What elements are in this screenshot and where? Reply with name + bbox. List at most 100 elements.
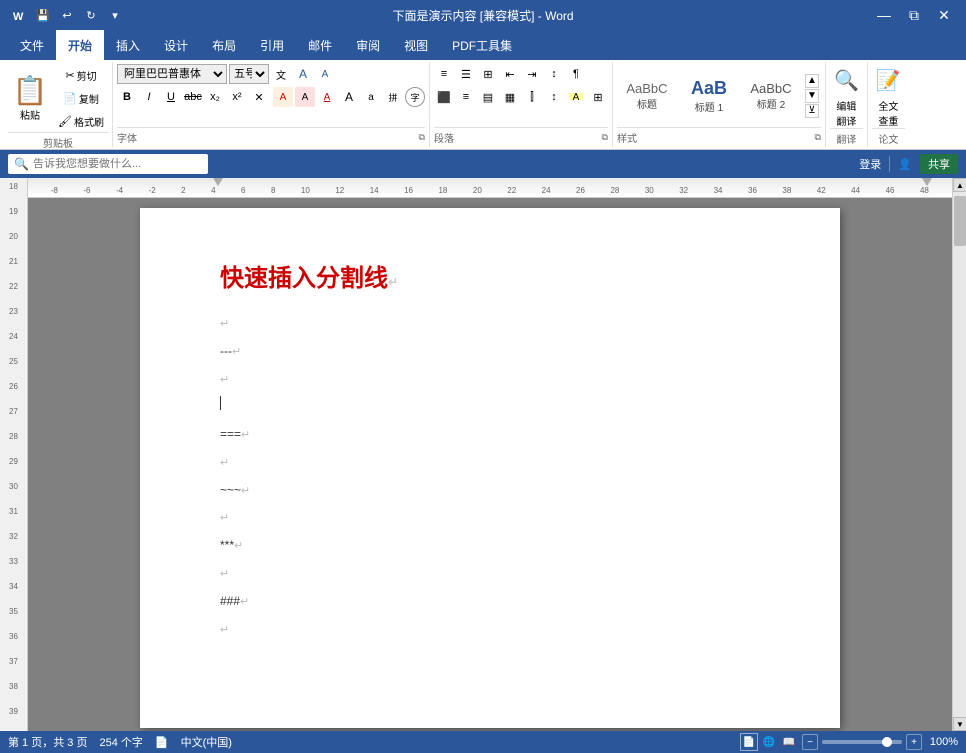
fulltext-check-button[interactable]: 全文查重 xyxy=(878,98,898,128)
tab-insert[interactable]: 插入 xyxy=(104,30,152,60)
customize-qa-button[interactable]: ▾ xyxy=(104,4,126,26)
align-left-button[interactable]: ⬛ xyxy=(434,87,454,107)
redo-button[interactable]: ↻ xyxy=(80,4,102,26)
tab-references[interactable]: 引用 xyxy=(248,30,296,60)
subscript-button[interactable]: x₂ xyxy=(205,87,225,107)
font-size-small-button[interactable]: a xyxy=(361,87,381,107)
copy-button[interactable]: 📄 复制 xyxy=(54,87,108,109)
tab-review[interactable]: 审阅 xyxy=(344,30,392,60)
underline-button[interactable]: U xyxy=(161,87,181,107)
styles-dialog-launcher[interactable]: ⧉ xyxy=(815,132,821,143)
wen-icon[interactable]: 文 xyxy=(271,64,291,84)
restore-button[interactable]: ⧉ xyxy=(900,0,928,30)
font-group-content: 阿里巴巴普惠体 五号 文 A A B I U abc x₂ x² ✕ xyxy=(117,62,425,127)
scrollbar-thumb[interactable] xyxy=(954,196,966,246)
undo-button[interactable]: ↩ xyxy=(56,4,78,26)
scroll-up-button[interactable]: ▲ xyxy=(953,178,966,192)
font-size-select[interactable]: 五号 xyxy=(229,64,269,84)
tab-file[interactable]: 文件 xyxy=(8,30,56,60)
ruler-num-35: 35 xyxy=(9,607,18,616)
find-button[interactable]: 🔍 xyxy=(830,64,863,96)
styles-down-arrow[interactable]: ▼ xyxy=(805,89,819,103)
para-mark-9: ↵ xyxy=(220,568,229,580)
font-dialog-launcher[interactable]: ⧉ xyxy=(419,132,425,143)
style-heading2-preview: AaBbC xyxy=(747,81,795,96)
share-button[interactable]: 共享 xyxy=(920,154,958,174)
minimize-button[interactable]: — xyxy=(870,0,898,30)
justify-button[interactable]: ▦ xyxy=(500,87,520,107)
sign-in-button[interactable]: 登录 xyxy=(859,156,881,172)
paper-check-button[interactable]: 📝 xyxy=(872,64,905,96)
pinyin-button[interactable]: 拼 xyxy=(383,87,403,107)
font-name-select[interactable]: 阿里巴巴普惠体 xyxy=(117,64,227,84)
bold-button[interactable]: B xyxy=(117,87,137,107)
clipboard-group-content: 📋 粘贴 ✂ 剪切 📄 复制 🖌 格式刷 xyxy=(8,62,108,132)
tab-pdf-tools[interactable]: PDF工具集 xyxy=(440,30,524,60)
styles-up-arrow[interactable]: ▲ xyxy=(805,74,819,88)
border-button[interactable]: ⊞ xyxy=(588,87,608,107)
para-mark-11: ↵ xyxy=(220,624,229,636)
ruler-num-39: 39 xyxy=(9,707,18,716)
sort-button[interactable]: ↕ xyxy=(544,64,564,84)
tab-design[interactable]: 设计 xyxy=(152,30,200,60)
hash-text: ### xyxy=(220,594,240,608)
scroll-down-button[interactable]: ▼ xyxy=(953,717,966,731)
paragraph-dialog-launcher[interactable]: ⧉ xyxy=(602,132,608,143)
zoom-in-button[interactable]: + xyxy=(906,734,922,750)
tab-home[interactable]: 开始 xyxy=(56,30,104,60)
print-view-button[interactable]: 📄 xyxy=(740,733,758,751)
font-size-down-button[interactable]: A xyxy=(315,64,335,84)
doc-cursor-line[interactable] xyxy=(220,396,770,418)
increase-indent-button[interactable]: ⇥ xyxy=(522,64,542,84)
shading-button[interactable]: A xyxy=(566,87,586,107)
search-input[interactable] xyxy=(33,158,193,170)
ruler-num-21: 21 xyxy=(9,257,18,266)
columns-button[interactable]: ⫿ xyxy=(522,87,542,107)
status-bar: 第 1 页，共 3 页 254 个字 📄 中文(中国) 📄 🌐 📖 − + 10… xyxy=(0,731,966,753)
decrease-indent-button[interactable]: ⇤ xyxy=(500,64,520,84)
style-heading2[interactable]: AaBbC 标题 2 xyxy=(741,79,801,113)
font-color-button[interactable]: A xyxy=(317,87,337,107)
zoom-slider[interactable] xyxy=(822,740,902,744)
close-button[interactable]: ✕ xyxy=(930,0,958,30)
paste-button[interactable]: 📋 粘贴 xyxy=(8,64,52,132)
style-title[interactable]: AaBbC 标题 xyxy=(617,79,677,113)
text-effect-button[interactable]: A xyxy=(273,87,293,107)
italic-button[interactable]: I xyxy=(139,87,159,107)
highlight-button[interactable]: A xyxy=(295,87,315,107)
styles-expand-arrow[interactable]: ⊻ xyxy=(805,104,819,118)
line-spacing-button[interactable]: ↕ xyxy=(544,87,564,107)
tab-layout[interactable]: 布局 xyxy=(200,30,248,60)
align-center-button[interactable]: ≡ xyxy=(456,87,476,107)
zoom-out-button[interactable]: − xyxy=(802,734,818,750)
align-right-button[interactable]: ▤ xyxy=(478,87,498,107)
status-right: 📄 🌐 📖 − + 100% xyxy=(740,733,958,751)
ruler-num-18: 18 xyxy=(9,182,18,191)
title-bar: W 💾 ↩ ↻ ▾ 下面是演示内容 [兼容模式] - Word — ⧉ ✕ xyxy=(0,0,966,30)
style-heading1[interactable]: AaB 标题 1 xyxy=(679,76,739,116)
cut-button[interactable]: ✂ 剪切 xyxy=(54,64,108,86)
encircle-button[interactable]: 字 xyxy=(405,87,425,107)
tab-view[interactable]: 视图 xyxy=(392,30,440,60)
read-view-button[interactable]: 📖 xyxy=(780,733,798,751)
ordered-list-button[interactable]: ☰ xyxy=(456,64,476,84)
doc-scroll-area[interactable]: 快速插入分割线↵ ↵ ---↵ ↵ xyxy=(28,198,952,731)
paragraph-group-content: ≡ ☰ ⊞ ⇤ ⇥ ↕ ¶ ⬛ ≡ ▤ ▦ ⫿ ↕ A ⊞ xyxy=(434,62,608,127)
tab-mailings[interactable]: 邮件 xyxy=(296,30,344,60)
superscript-button[interactable]: x² xyxy=(227,87,247,107)
show-marks-button[interactable]: ¶ xyxy=(566,64,586,84)
web-view-button[interactable]: 🌐 xyxy=(760,733,778,751)
status-left: 第 1 页，共 3 页 254 个字 📄 中文(中国) xyxy=(8,734,232,750)
clear-format-button[interactable]: ✕ xyxy=(249,87,269,107)
styles-group-content: AaBbC 标题 AaB 标题 1 AaBbC 标题 2 ▲ ▼ ⊻ xyxy=(617,62,821,127)
font-size-up-button[interactable]: A xyxy=(293,64,313,84)
strikethrough-button[interactable]: abc xyxy=(183,87,203,107)
translate-button[interactable]: 编辑翻译 xyxy=(836,98,856,128)
save-button[interactable]: 💾 xyxy=(32,4,54,26)
style-heading1-preview: AaB xyxy=(685,78,733,99)
unordered-list-button[interactable]: ≡ xyxy=(434,64,454,84)
font-size-button2[interactable]: A xyxy=(339,87,359,107)
style-heading1-label: 标题 1 xyxy=(685,99,733,114)
format-painter-button[interactable]: 🖌 格式刷 xyxy=(54,110,108,132)
multilevel-list-button[interactable]: ⊞ xyxy=(478,64,498,84)
